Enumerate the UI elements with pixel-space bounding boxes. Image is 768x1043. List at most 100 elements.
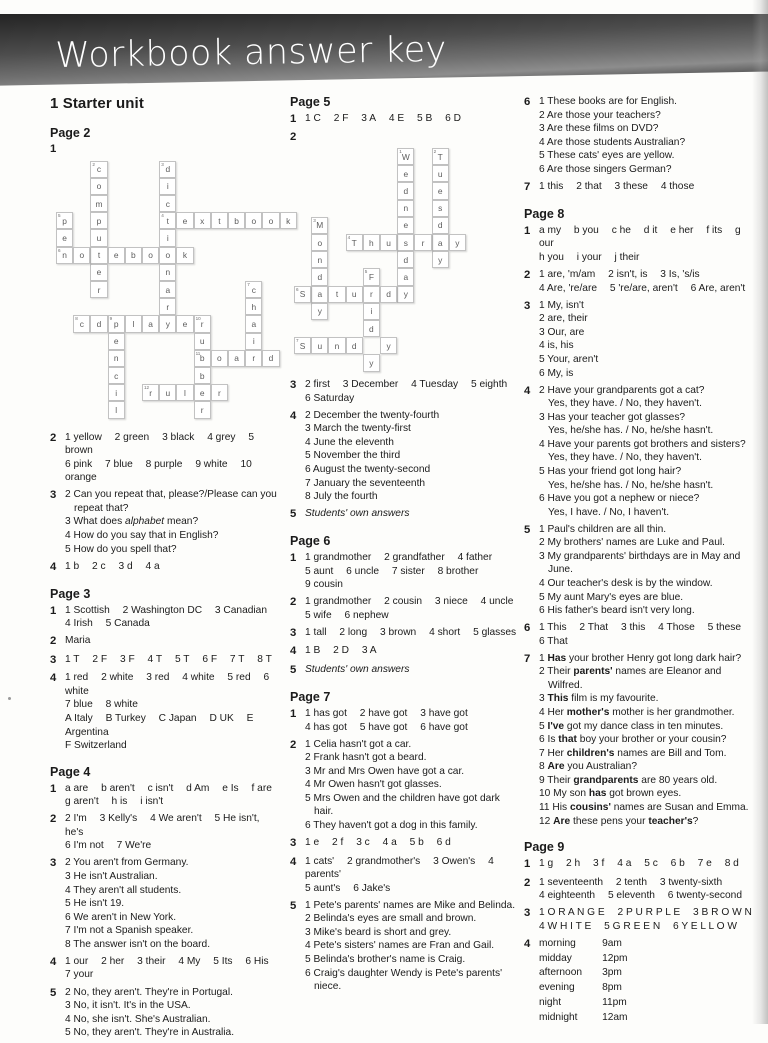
- crossword-objects: 2computer3dic4textbooki5pe6noebooknar7ch…: [50, 159, 297, 431]
- exercise-number: 2: [524, 876, 531, 889]
- crossword-cell: 4t: [159, 212, 177, 230]
- crossword-letter: d: [96, 318, 102, 329]
- crossword-letter: o: [165, 250, 171, 261]
- crossword-letter: l: [132, 318, 135, 329]
- crossword-cell: o: [245, 212, 263, 230]
- time-of-day-label: night: [539, 996, 562, 1008]
- crossword-letter: n: [317, 254, 323, 265]
- crossword-letter: y: [438, 254, 443, 265]
- crossword-cell: t: [210, 212, 228, 230]
- exercise-4: 4 1 b 2 c 3 d 4 a: [50, 560, 278, 575]
- answer-line: 4 Pete's sisters' names are Fran and Gai…: [305, 940, 495, 952]
- crossword-cell: a: [245, 315, 263, 333]
- answer-line: 6 August the twenty-second: [305, 463, 431, 475]
- crossword-letter: l: [184, 387, 186, 398]
- answer-line: 1 Pete's parents' names are Mike and Bel…: [305, 899, 516, 911]
- page-heading-6: Page 6: [290, 534, 331, 549]
- page-title: Workbook answer key: [55, 29, 448, 76]
- exercise-body: 2 Can you repeat that, please?/Please ca…: [65, 488, 278, 556]
- exercise-3: 3 1 T 2 F 3 F 4 T 5 T 6 F 7 T 8 T: [50, 653, 278, 668]
- crossword-letter: e: [62, 232, 67, 243]
- time-value: 12pm: [602, 952, 628, 964]
- crossword-cell: e: [90, 263, 108, 281]
- crossword-cell: i: [245, 332, 263, 350]
- answer-line: Yes, he/she has. / No, he/she hasn't.: [548, 479, 714, 491]
- answer-line: 4 W H I T E 5 G R E E N 6 Y E L L O W: [539, 920, 737, 932]
- crossword-letter: o: [251, 215, 257, 226]
- answer-line: 1 g 2 h 3 f 4 a 5 c 6 b 7 e 8 d: [539, 858, 739, 870]
- answer-line: Students' own answers: [305, 663, 410, 675]
- crossword-letter: e: [182, 318, 188, 329]
- exercise-body: 1 B 2 D 3 A: [305, 644, 518, 658]
- crossword-cell: d: [397, 182, 415, 200]
- crossword-letter: n: [403, 203, 409, 214]
- exercise-number: 4: [524, 937, 531, 950]
- crossword-letter: S: [299, 289, 306, 300]
- exercise-body: 2 No, they aren't. They're in Portugal. 3…: [65, 986, 278, 1040]
- answer-line: 4 June the eleventh: [305, 436, 394, 448]
- crossword-cell: n: [107, 349, 125, 367]
- crossword-cell: a: [311, 285, 329, 303]
- exercise-number: 3: [290, 626, 297, 639]
- exercise-body: Students' own answers: [305, 663, 518, 677]
- table-row: midnight 12am: [539, 1011, 648, 1026]
- answer-line: 5 aunt's 6 Jake's: [305, 882, 391, 894]
- crossword-cell: b: [124, 246, 142, 264]
- crossword-letter: T: [351, 237, 357, 248]
- crossword-cell: m: [90, 194, 108, 213]
- crossword-cell: a: [159, 280, 177, 299]
- exercise-body: 1 has got 2 have got 3 have got 4 has got…: [305, 707, 518, 734]
- crossword-letter: n: [62, 250, 67, 261]
- answer-line: 1 cats' 2 grandmother's 3 Owen's 4 paren…: [305, 855, 494, 881]
- crossword-cell: y: [397, 285, 415, 303]
- exercise-3: 3 1 tall 2 long 3 brown 4 short 5 glasse…: [290, 626, 518, 641]
- answer-line: 11 His cousins' names are Susan and Emma…: [539, 801, 749, 813]
- crossword-letter: y: [369, 358, 374, 369]
- unit-title: 1 Starter unit: [50, 95, 144, 112]
- crossword-cell: l: [124, 315, 142, 333]
- crossword-letter: y: [317, 306, 322, 317]
- answer-line: 2 You aren't from Germany.: [65, 857, 189, 869]
- crossword-cell: d: [311, 268, 329, 286]
- crossword-cell: a: [228, 349, 246, 367]
- answer-line: 6 That: [539, 635, 568, 647]
- exercise-4: 4 1 cats' 2 grandmother's 3 Owen's 4 par…: [290, 855, 518, 896]
- crossword-cell: e: [397, 216, 415, 235]
- crossword-cell: e: [397, 165, 415, 183]
- answer-line: a are b aren't c isn't d Am e Is f are: [65, 782, 272, 794]
- exercise-body: 1 My, isn't 2 are, their 3 Our, are 4 is, h…: [539, 299, 752, 380]
- crossword-letter: o: [268, 215, 274, 226]
- crossword-letter: d: [437, 220, 443, 231]
- answer-line: 2 Have your grandparents got a cat?: [539, 384, 705, 396]
- crossword-letter: d: [369, 323, 374, 334]
- answer-line: 5 Mrs Owen and the children have got dar…: [305, 792, 500, 804]
- crossword-letter: o: [79, 250, 85, 261]
- exercise-4: 4 morning 9am midday 12pm afternoon 3pm evenin…: [524, 937, 752, 1026]
- page-margin-mark: [8, 697, 11, 700]
- crossword-letter: y: [386, 340, 391, 351]
- crossword-letter: o: [217, 353, 222, 364]
- answer-line: 5 Has your friend got long hair?: [539, 465, 682, 477]
- answer-line: repeat that?: [74, 502, 129, 514]
- crossword-cell: 9p: [107, 315, 125, 333]
- answer-line: 2 Belinda's eyes are small and brown.: [305, 913, 477, 925]
- exercise-body: 1 O R A N G E 2 P U R P L E 3 B R O W N4…: [539, 906, 752, 933]
- crossword-letter: e: [96, 267, 102, 278]
- answer-line: 4 Her mother's mother is her grandmother…: [539, 707, 735, 719]
- crossword-cell: 5p: [56, 212, 74, 230]
- time-of-day-label: afternoon: [539, 967, 583, 979]
- crossword-letter: u: [386, 237, 391, 248]
- exercise-body: 1 grandmother 2 grandfather 4 father 5 au…: [305, 551, 518, 592]
- exercise-body: 1 T 2 F 3 F 4 T 5 T 6 F 7 T 8 T: [65, 653, 278, 667]
- exercise-body: 1 These books are for English. 2 Are thos…: [539, 95, 752, 176]
- answer-line: 5 No, they aren't. They're in Australia.: [65, 1027, 235, 1039]
- crossword-letter: b: [131, 250, 136, 261]
- crossword-letter: t: [97, 250, 101, 261]
- answer-line: 1 b 2 c 3 d 4 a: [65, 560, 160, 572]
- answer-line: 5 I've got my dance class in ten minutes…: [539, 720, 724, 732]
- crossword-letter: s: [438, 203, 443, 214]
- answer-line: 1 tall 2 long 3 brown 4 short 5 glasses: [305, 626, 517, 638]
- exercise-number: 7: [524, 652, 531, 665]
- crossword-letter: y: [165, 318, 170, 329]
- answer-line: 1 grandmother 2 grandfather 4 father: [305, 552, 493, 564]
